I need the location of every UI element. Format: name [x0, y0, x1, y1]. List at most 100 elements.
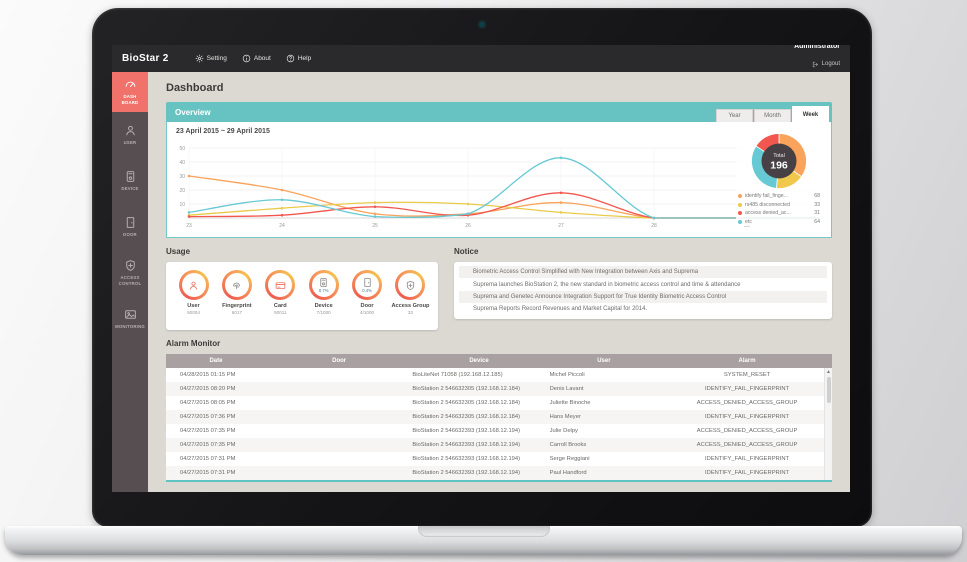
donut-legend: identify fail_finge... 68 rs485 disconne…: [736, 192, 822, 226]
page-title: Dashboard: [166, 82, 832, 94]
cell-device: BioStation 2 546632305 (192.168.12.184): [412, 414, 545, 420]
usage-item-door[interactable]: 0.4% Door 4/1000: [347, 270, 388, 325]
cell-device: BioStation 2 546632305 (192.168.12.184): [412, 400, 545, 406]
cell-alarm: SYSTEM_RESET: [662, 372, 832, 378]
user-icon: [124, 124, 137, 137]
webcam-icon: [480, 22, 485, 27]
usage-label: Card: [274, 303, 287, 309]
sidebar-item-door[interactable]: DOOR: [112, 204, 148, 250]
sidebar-item-label: ACCESS CONTROL: [115, 275, 145, 287]
logout-label: Logout: [822, 60, 840, 69]
column-header-user: User: [546, 358, 663, 364]
legend-row: identify fail_finge... 68: [738, 192, 820, 201]
usage-item-access-group[interactable]: Access Group 32: [390, 270, 431, 325]
svg-text:20: 20: [179, 188, 185, 194]
alarm-table-header: DateDoorDeviceUserAlarm: [166, 354, 832, 368]
usage-ring: [222, 270, 252, 300]
cell-alarm: IDENTIFY_FAIL_FINGERPRINT: [662, 386, 832, 392]
notice-item[interactable]: Suprema launches BioStation 2, the new s…: [459, 278, 827, 290]
usage-item-device[interactable]: 0.7% Device 7/1000: [303, 270, 344, 325]
cell-alarm: IDENTIFY_FAIL_FINGERPRINT: [662, 456, 832, 462]
svg-text:40: 40: [179, 160, 185, 166]
overview-header: Overview YearMonthWeek: [166, 102, 832, 122]
usage-item-card[interactable]: Card 50011: [260, 270, 301, 325]
usage-item-fingerprint[interactable]: Fingerprint 6017: [216, 270, 257, 325]
cell-user: Hans Meyer: [546, 414, 663, 420]
sidebar-item-dash-board[interactable]: DASH BOARD: [112, 72, 148, 112]
tab-week[interactable]: Week: [792, 106, 829, 122]
svg-text:27: 27: [558, 223, 564, 229]
device-icon: [124, 170, 137, 183]
dashboard-icon: [124, 78, 137, 91]
notice-item[interactable]: Suprema Reports Record Revenues and Mark…: [459, 303, 827, 315]
cell-device: BioStation 2 546632305 (192.168.12.184): [412, 386, 545, 392]
table-row[interactable]: 04/27/2015 08:05 PM BioStation 2 5466323…: [166, 396, 832, 410]
donut-block: Total196 identify fail_finge... 68 rs485…: [736, 132, 822, 226]
usage-ring: [265, 270, 295, 300]
scrollbar-thumb[interactable]: [827, 377, 831, 403]
donut-chart: Total196: [750, 132, 808, 190]
laptop-notch: [418, 526, 550, 537]
scroll-up-icon[interactable]: ▲: [825, 368, 832, 376]
logout-button[interactable]: Logout: [812, 60, 840, 69]
date-range-label: 23 April 2015 ~ 29 April 2015: [176, 128, 822, 135]
menu-item-setting[interactable]: Setting: [195, 54, 227, 63]
tab-month[interactable]: Month: [754, 109, 791, 122]
cell-date: 04/27/2015 07:35 PM: [166, 428, 266, 434]
sidebar-item-device[interactable]: DEVICE: [112, 158, 148, 204]
notice-item[interactable]: Biometric Access Control Simplified with…: [459, 266, 827, 278]
usage-item-user[interactable]: User 50004: [173, 270, 214, 325]
svg-text:24: 24: [279, 223, 285, 229]
cell-alarm: ACCESS_DENIED_ACCESS_GROUP: [662, 428, 832, 434]
table-row[interactable]: 04/28/2015 01:15 PM BioLiteNet 71058 (19…: [166, 368, 832, 382]
usage-value: 50004: [187, 310, 200, 315]
usage-value: 4/1000: [360, 310, 374, 315]
table-row[interactable]: 04/27/2015 07:31 PM BioStation 2 5466323…: [166, 452, 832, 466]
line-chart: 102030405023242526272829: [176, 140, 820, 234]
legend-label: access denied_ac...: [745, 210, 811, 216]
menu-item-label: About: [254, 55, 271, 62]
menu-item-help[interactable]: Help: [286, 54, 311, 63]
current-user-label: Administrator: [794, 45, 840, 52]
laptop-lid: BioStar 2 Setting About Help Administrat…: [92, 8, 872, 527]
usage-percent: 0.4%: [362, 288, 372, 293]
notice-item[interactable]: Suprema and Genetec Announce Integration…: [459, 291, 827, 303]
cell-date: 04/27/2015 07:35 PM: [166, 442, 266, 448]
alarm-monitor-title: Alarm Monitor: [166, 339, 832, 348]
menu-item-about[interactable]: About: [242, 54, 271, 63]
monitoring-icon: [124, 308, 137, 321]
table-row[interactable]: 04/27/2015 07:36 PM BioStation 2 5466323…: [166, 410, 832, 424]
cell-user: Denis Lavant: [546, 386, 663, 392]
table-row[interactable]: 04/27/2015 07:35 PM BioStation 2 5466323…: [166, 424, 832, 438]
alarm-table-body: 04/28/2015 01:15 PM BioLiteNet 71058 (19…: [166, 368, 832, 480]
svg-text:23: 23: [186, 223, 192, 229]
table-row[interactable]: 04/27/2015 07:31 PM BioStation 2 5466323…: [166, 466, 832, 480]
table-row[interactable]: 04/27/2015 07:35 PM BioStation 2 5466323…: [166, 438, 832, 452]
usage-ring: 0.4%: [352, 270, 382, 300]
svg-text:50: 50: [179, 146, 185, 152]
tab-year[interactable]: Year: [716, 109, 753, 122]
info-icon: [242, 54, 251, 63]
legend-dot: [738, 194, 742, 198]
legend-label: identify fail_finge...: [745, 193, 811, 199]
usage-ring: [395, 270, 425, 300]
usage-notice-row: Usage User 50004 Fingerprint 6017 C: [166, 247, 832, 330]
top-menu: Setting About Help: [195, 54, 312, 63]
cell-date: 04/27/2015 07:36 PM: [166, 414, 266, 420]
app-window: BioStar 2 Setting About Help Administrat…: [112, 45, 850, 492]
scrollbar[interactable]: ▲: [824, 368, 832, 480]
column-header-date: Date: [166, 358, 266, 364]
cell-alarm: IDENTIFY_FAIL_FINGERPRINT: [662, 470, 832, 476]
sidebar-item-user[interactable]: USER: [112, 112, 148, 158]
sidebar-item-monitoring[interactable]: MONITORING: [112, 296, 148, 342]
usage-panel: User 50004 Fingerprint 6017 Card 50011 0…: [166, 262, 438, 330]
table-row[interactable]: 04/27/2015 08:20 PM BioStation 2 5466323…: [166, 382, 832, 396]
alarm-monitor-section: Alarm Monitor DateDoorDeviceUserAlarm 04…: [166, 339, 832, 482]
cell-user: Serge Reggiani: [546, 456, 663, 462]
usage-section: Usage User 50004 Fingerprint 6017 C: [166, 247, 438, 330]
sidebar-item-access-control[interactable]: ACCESS CONTROL: [112, 250, 148, 296]
legend-dot: [738, 211, 742, 215]
legend-dot: [738, 203, 742, 207]
sidebar-item-label: DOOR: [123, 232, 137, 238]
sidebar: DASH BOARD USER DEVICE DOOR ACCESS CONTR…: [112, 72, 148, 492]
